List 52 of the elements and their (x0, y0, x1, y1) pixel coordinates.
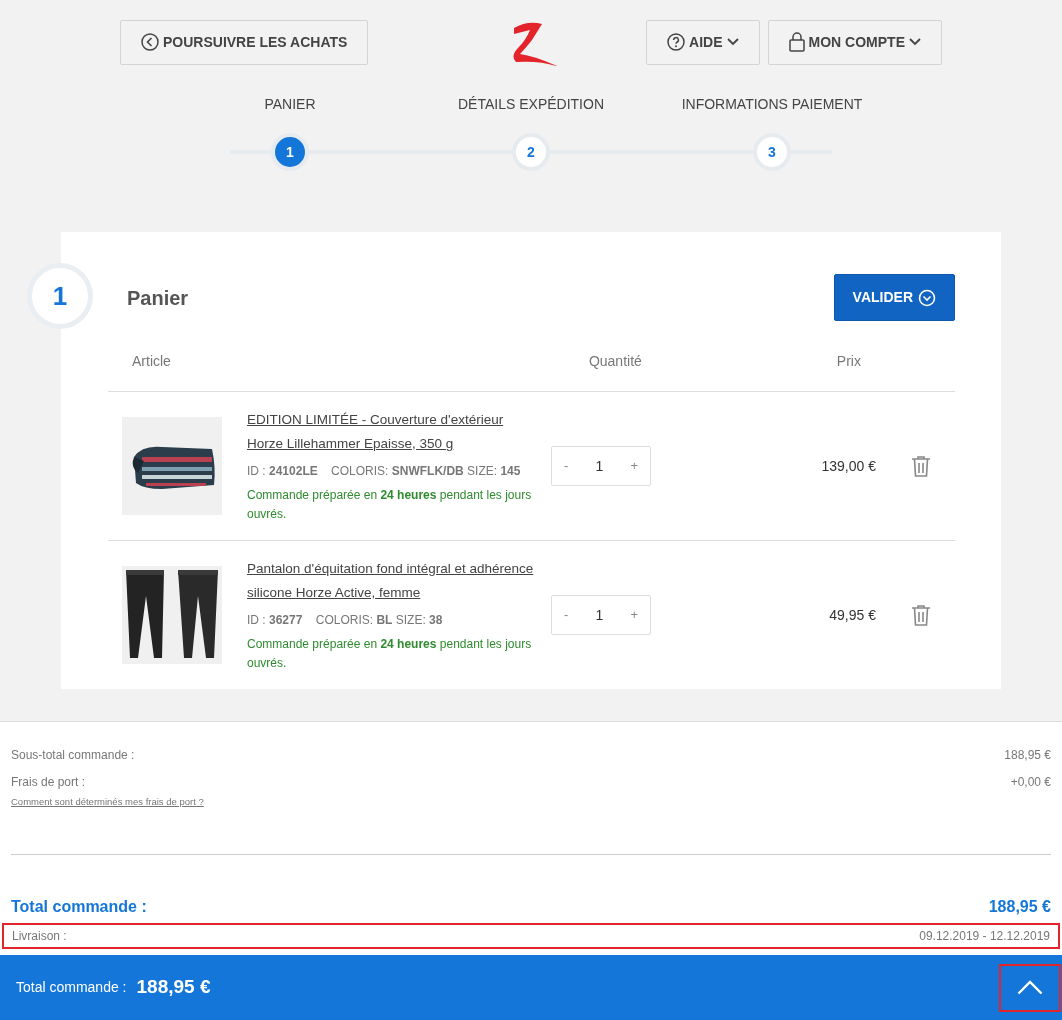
delivery-label: Livraison : (12, 928, 67, 945)
continue-shopping-button[interactable]: POURSUIVRE LES ACHATS (120, 19, 369, 65)
quantity-value: 1 (595, 605, 604, 625)
scroll-up-button[interactable] (999, 963, 1061, 1012)
step-label: PANIER (264, 95, 316, 114)
quantity-value: 1 (595, 456, 604, 476)
step-number[interactable]: 3 (753, 133, 791, 171)
help-icon (667, 33, 686, 51)
bottom-total-value: 188,95 € (136, 975, 211, 1000)
item-price: 139,00 € (820, 456, 876, 476)
product-details: ID : 36277 COLORIS: BL SIZE: 38 (247, 612, 444, 629)
trash-icon[interactable] (911, 604, 931, 626)
availability-text: Commande préparée en 24 heures pendant les jours ouvrés. (247, 636, 533, 672)
cart-title: Panier (127, 285, 189, 311)
step-number: 1 (27, 263, 93, 329)
account-button[interactable]: MON COMPTE (767, 19, 942, 65)
shipping-label: Frais de port : (11, 773, 86, 791)
product-details: ID : 24102LE COLORIS: SNWFLK/DB SIZE: 145 (247, 463, 522, 480)
subtotal-value: 188,95 € (1004, 746, 1051, 764)
step-label: DÉTAILS EXPÉDITION (458, 95, 604, 114)
chevron-down-icon (909, 38, 921, 46)
back-circle-icon (141, 33, 159, 51)
decrease-button[interactable]: - (556, 456, 577, 476)
help-button[interactable]: AIDE (646, 19, 760, 65)
product-link[interactable]: EDITION LIMITÉE - Couverture d'extérieur Horze Lillehammer Epaisse, 350 g (247, 408, 537, 456)
step-number[interactable]: 2 (512, 133, 550, 171)
chevron-circle-icon (918, 288, 936, 307)
subtotal-label: Sous-total commande : (11, 746, 135, 764)
quantity-stepper[interactable]: - 1 + (551, 595, 651, 635)
validate-button[interactable]: VALIDER (833, 274, 955, 321)
lock-icon (788, 32, 805, 52)
product-link[interactable]: Pantalon d'équitation fond intégral et adhérence silicone Horze Active, femme (247, 557, 537, 605)
increase-button[interactable]: + (622, 605, 646, 625)
shipping-value: +0,00 € (1010, 773, 1051, 791)
column-header: Quantité (588, 351, 642, 371)
total-value: 188,95 € (988, 897, 1051, 917)
chevron-up-icon (1017, 980, 1043, 995)
column-header: Article (132, 351, 171, 371)
availability-text: Commande préparée en 24 heures pendant les jours ouvrés. (247, 487, 533, 523)
item-price: 49,95 € (828, 605, 876, 625)
increase-button[interactable]: + (622, 456, 646, 476)
chevron-down-icon (726, 38, 739, 46)
total-label: Total commande : (11, 897, 147, 917)
bottom-total-label: Total commande : (16, 978, 127, 997)
quantity-stepper[interactable]: - 1 + (551, 446, 651, 486)
trash-icon[interactable] (911, 455, 931, 477)
shipping-info-link[interactable]: Comment sont déterminés mes frais de port ? (11, 795, 204, 807)
step-number[interactable]: 1 (271, 133, 309, 171)
column-header: Prix (836, 351, 861, 371)
delivery-value: 09.12.2019 - 12.12.2019 (919, 928, 1050, 945)
decrease-button[interactable]: - (556, 605, 577, 625)
step-label: INFORMATIONS PAIEMENT (681, 95, 863, 114)
